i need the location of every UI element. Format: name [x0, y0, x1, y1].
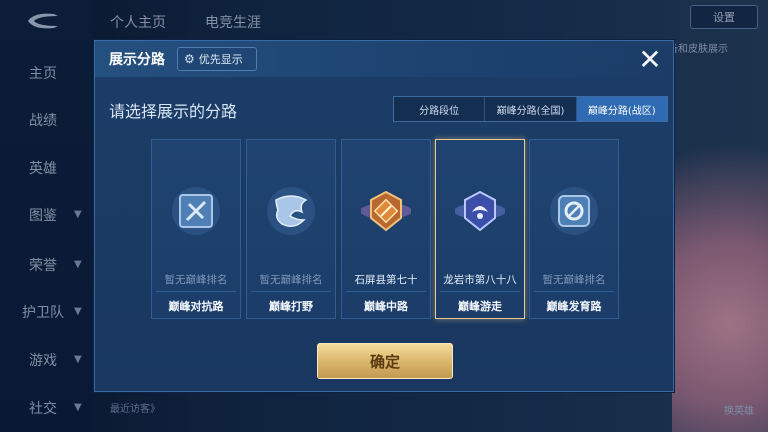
card-rank: 暂无巅峰排名	[164, 274, 228, 286]
card-rank: 暂无巅峰排名	[542, 274, 606, 286]
card-divider	[251, 291, 331, 292]
card-position: 巅峰对抗路	[168, 300, 224, 313]
card-rank: 石屏县第七十	[354, 274, 418, 286]
lane-card-jungle[interactable]: 暂无巅峰排名 巅峰打野	[246, 139, 336, 319]
segment-peak-national[interactable]: 巅峰分路(全国)	[485, 97, 577, 121]
dragon-icon	[267, 187, 315, 235]
priority-display-button[interactable]: ⚙ 优先显示	[177, 47, 257, 71]
card-divider	[156, 291, 236, 292]
card-position: 巅峰中路	[364, 300, 408, 313]
segment-lane-rank[interactable]: 分路段位	[394, 97, 486, 121]
lane-card-bottom[interactable]: 暂无巅峰排名 巅峰发育路	[529, 139, 619, 319]
dialog-title: 展示分路	[109, 52, 165, 68]
roam-emblem-icon	[455, 190, 505, 232]
mid-lane-emblem-icon	[361, 190, 411, 232]
lane-display-dialog: 展示分路 ⚙ 优先显示 ✕ 请选择展示的分路 分路段位 巅峰分路(全国) 巅峰分…	[94, 40, 674, 392]
card-position: 巅峰游走	[458, 300, 502, 313]
card-divider	[440, 291, 520, 292]
gear-icon: ⚙	[184, 52, 195, 66]
card-rank: 暂无巅峰排名	[259, 274, 323, 286]
lane-card-roam[interactable]: 龙岩市第八十八 巅峰游走	[435, 139, 525, 319]
lane-cards: 暂无巅峰排名 巅峰对抗路 暂无巅峰排名 巅峰打野 石屏县第七十 巅峰中路 龙岩市…	[151, 139, 631, 319]
lane-card-mid[interactable]: 石屏县第七十 巅峰中路	[341, 139, 431, 319]
card-position: 巅峰打野	[269, 300, 313, 313]
dialog-subtitle: 请选择展示的分路	[109, 102, 238, 121]
sword-shield-icon	[172, 187, 220, 235]
card-rank: 龙岩市第八十八	[443, 274, 517, 286]
marksman-icon	[550, 187, 598, 235]
card-divider	[534, 291, 614, 292]
segment-peak-region[interactable]: 巅峰分路(战区)	[576, 97, 667, 121]
confirm-button[interactable]: 确定	[317, 343, 453, 379]
card-position: 巅峰发育路	[546, 300, 602, 313]
lane-filter-segmented: 分路段位 巅峰分路(全国) 巅峰分路(战区)	[393, 96, 668, 122]
lane-card-top[interactable]: 暂无巅峰排名 巅峰对抗路	[151, 139, 241, 319]
close-icon: ✕	[638, 42, 662, 76]
card-divider	[346, 291, 426, 292]
close-button[interactable]: ✕	[633, 42, 667, 76]
priority-display-label: 优先显示	[198, 53, 243, 66]
